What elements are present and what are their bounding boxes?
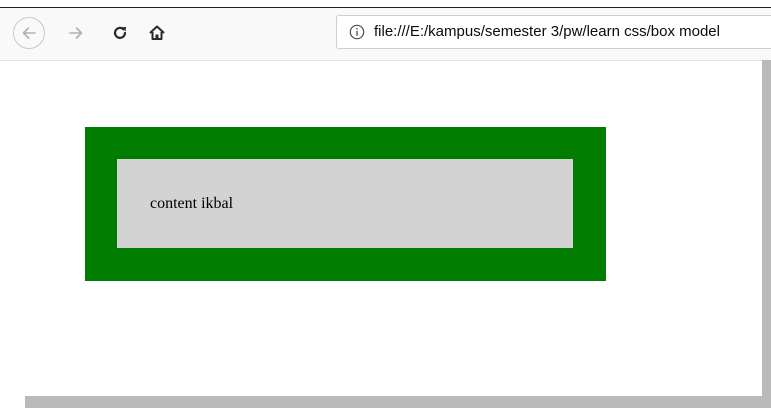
url-text[interactable]: file:///E:/kampus/semester 3/pw/learn cs… (374, 23, 720, 40)
home-button[interactable] (141, 17, 173, 49)
back-button[interactable] (13, 17, 45, 49)
window-shadow-right (762, 60, 771, 408)
reload-button[interactable] (104, 17, 136, 49)
address-bar[interactable]: file:///E:/kampus/semester 3/pw/learn cs… (336, 15, 771, 49)
window-shadow-bottom (25, 396, 771, 408)
info-icon[interactable] (349, 24, 365, 40)
reload-icon (113, 26, 127, 39)
arrow-right-icon (69, 27, 83, 39)
forward-button[interactable] (60, 17, 92, 49)
browser-toolbar: file:///E:/kampus/semester 3/pw/learn cs… (0, 8, 771, 61)
browser-window: file:///E:/kampus/semester 3/pw/learn cs… (0, 0, 771, 408)
arrow-left-icon (22, 27, 36, 39)
content-text: content ikbal (150, 195, 234, 212)
home-icon (149, 25, 165, 40)
